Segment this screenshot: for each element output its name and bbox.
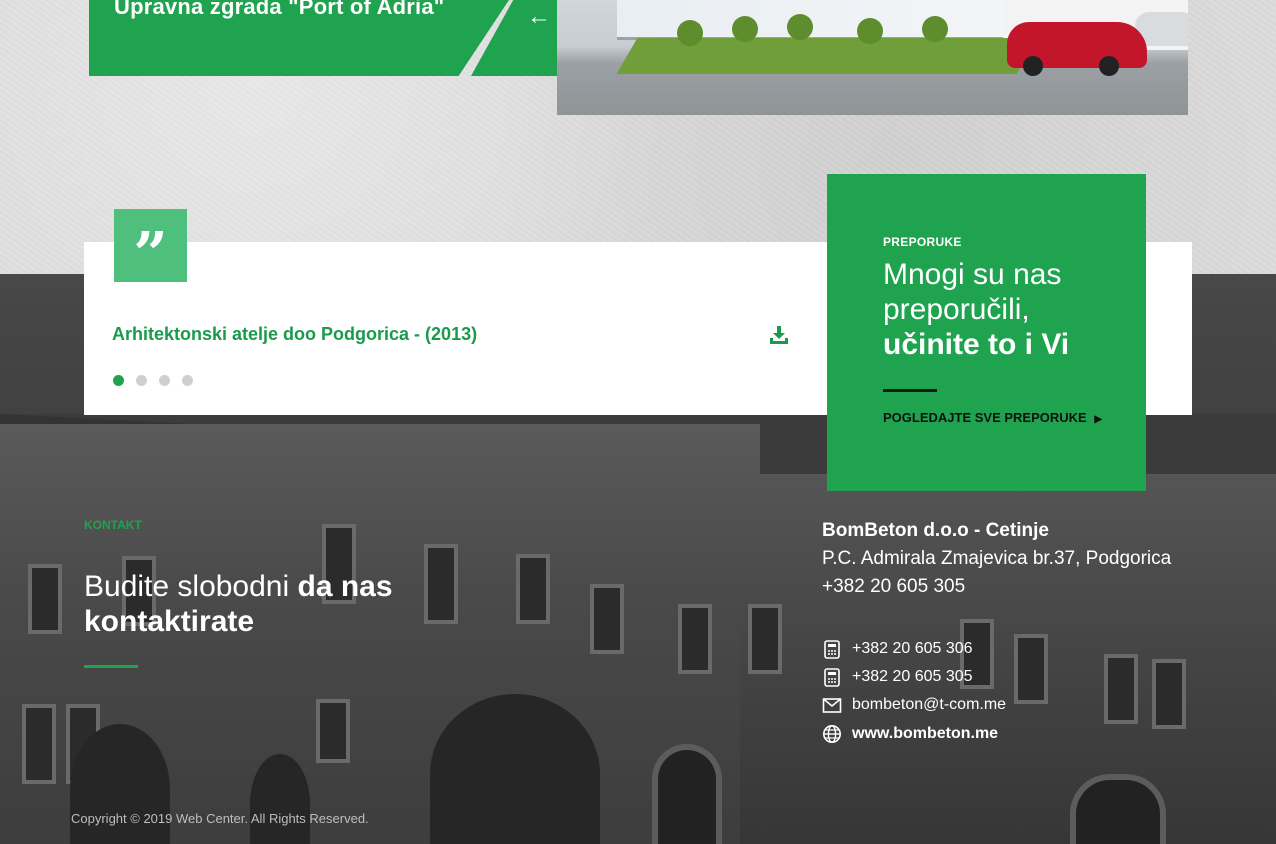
contact-label: KONTAKT (84, 518, 142, 532)
all-recommendations-link-label: POGLEDAJTE SVE PREPORUKE (883, 410, 1087, 425)
company-name: BomBeton d.o.o - Cetinje (822, 520, 1049, 541)
testimonial-dot-4[interactable] (182, 375, 193, 386)
envelope-icon (822, 698, 842, 713)
contact-heading-bold1: da nas (297, 570, 393, 603)
project-title[interactable]: Upravna zgrada "Port of Adria" (114, 0, 444, 24)
contact-divider (84, 665, 138, 668)
website-line[interactable]: www.bombeton.me (822, 723, 998, 745)
contact-heading-normal: Budite slobodni (84, 570, 290, 603)
quote-icon: ” (114, 209, 187, 290)
arrow-left-icon[interactable]: ← (524, 3, 554, 31)
testimonial-dot-2[interactable] (136, 375, 147, 386)
recommendations-divider (883, 389, 937, 392)
project-photo (557, 0, 1188, 115)
email-line[interactable]: bombeton@t-com.me (822, 694, 1006, 716)
phone-1: +382 20 605 306 (852, 640, 973, 657)
all-recommendations-link[interactable]: POGLEDAJTE SVE PREPORUKE ▶ (883, 410, 1102, 425)
testimonial-text: Arhitektonski atelje doo Podgorica - (20… (112, 324, 478, 344)
contact-heading: Budite slobodni da nas kontaktirate (84, 569, 393, 639)
caret-right-icon: ▶ (1094, 414, 1103, 425)
recommendations-heading-line1: Mnogi su nas (883, 258, 1062, 291)
phone-line-1[interactable]: +382 20 605 306 (822, 638, 973, 660)
phone-icon (824, 668, 840, 687)
company-info: BomBeton d.o.o - Cetinje P.C. Admirala Z… (822, 517, 1171, 601)
recommendations-heading-bold: učinite to i Vi (883, 328, 1070, 361)
testimonial-dot-1[interactable] (113, 375, 124, 386)
phone-2: +382 20 605 305 (852, 668, 973, 685)
phone-icon (824, 640, 840, 659)
copyright-text: Copyright © 2019 Web Center. All Rights … (71, 811, 369, 826)
recommendations-box: PREPORUKE Mnogi su nas preporučili, učin… (827, 174, 1146, 491)
email: bombeton@t-com.me (852, 696, 1007, 713)
contact-heading-bold2: kontaktirate (84, 605, 255, 638)
recommendations-heading-line2: preporučili, (883, 293, 1030, 326)
phone-line-2[interactable]: +382 20 605 305 (822, 666, 973, 688)
company-phone: +382 20 605 305 (822, 576, 966, 597)
testimonial-dot-3[interactable] (159, 375, 170, 386)
globe-icon (823, 725, 841, 743)
recommendations-heading: Mnogi su nas preporučili, (883, 257, 1061, 327)
recommendations-label: PREPORUKE (883, 235, 962, 249)
website: www.bombeton.me (852, 725, 999, 742)
company-address: P.C. Admirala Zmajevica br.37, Podgorica (822, 548, 1172, 569)
download-icon[interactable] (769, 325, 789, 345)
